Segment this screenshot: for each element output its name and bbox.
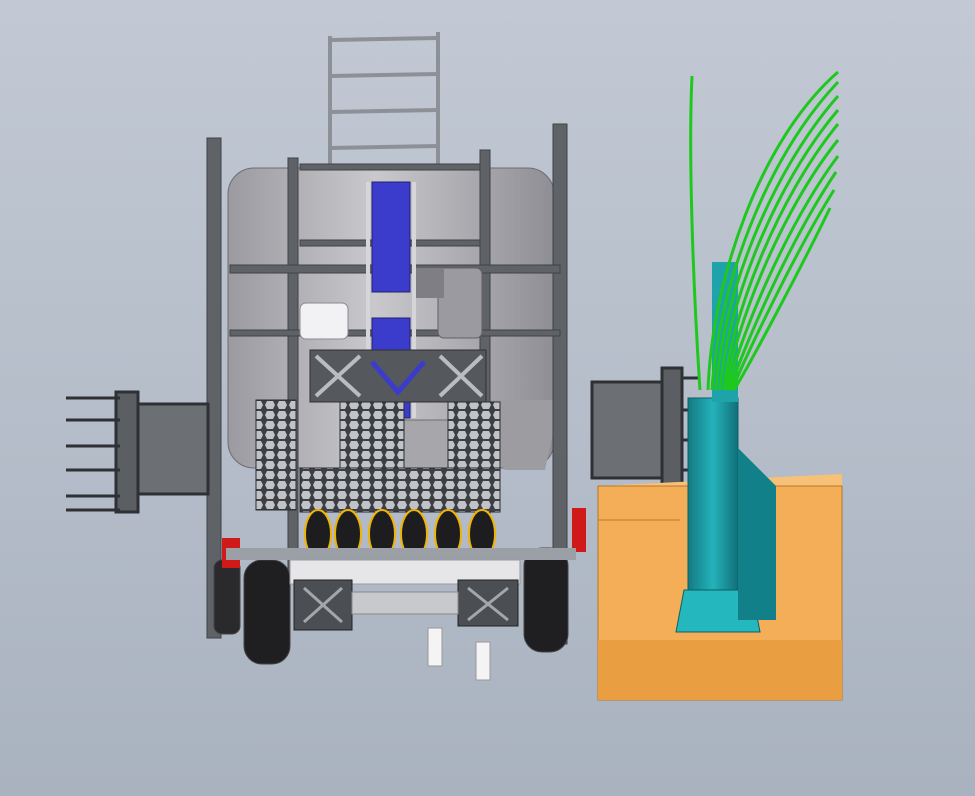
leaf-fronds — [689, 70, 840, 391]
hex-panel-center — [299, 467, 501, 513]
pruning-gripper-right — [590, 366, 700, 492]
lattice-plate — [309, 349, 487, 403]
hex-panel-upper — [339, 401, 405, 469]
cad-scene — [66, 32, 843, 701]
pruning-gripper-left — [66, 390, 210, 514]
hex-panel-left — [255, 399, 297, 511]
hex-panel-upper2 — [447, 401, 501, 469]
